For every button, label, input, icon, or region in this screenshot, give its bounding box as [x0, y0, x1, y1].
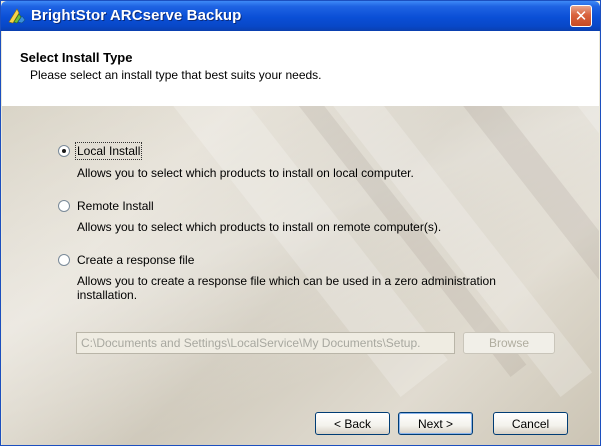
- title-bar[interactable]: BrightStor ARCserve Backup ✕: [1, 1, 600, 31]
- close-icon: ✕: [574, 7, 588, 25]
- local-install-description: Allows you to select which products to i…: [77, 166, 414, 180]
- response-file-path-input[interactable]: C:\Documents and Settings\LocalService\M…: [76, 332, 455, 354]
- brightstor-app-icon: [8, 8, 26, 24]
- remote-install-label[interactable]: Remote Install: [77, 199, 154, 213]
- local-install-radio[interactable]: [58, 145, 70, 157]
- response-file-radio[interactable]: [58, 254, 70, 266]
- remote-install-radio[interactable]: [58, 200, 70, 212]
- back-button[interactable]: < Back: [315, 412, 390, 435]
- wizard-header: Select Install Type Please select an ins…: [2, 31, 599, 106]
- response-file-label[interactable]: Create a response file: [77, 253, 194, 267]
- local-install-label[interactable]: Local Install: [74, 142, 143, 160]
- response-file-description: Allows you to create a response file whi…: [77, 274, 496, 288]
- close-button[interactable]: ✕: [570, 5, 592, 27]
- page-subtitle: Please select an install type that best …: [30, 68, 322, 82]
- cancel-button[interactable]: Cancel: [493, 412, 568, 435]
- installer-window: BrightStor ARCserve Backup ✕ Select Inst…: [0, 0, 601, 446]
- remote-install-description: Allows you to select which products to i…: [77, 220, 442, 234]
- window-title: BrightStor ARCserve Backup: [31, 7, 242, 24]
- browse-button[interactable]: Browse: [463, 332, 555, 354]
- response-file-description-line2: installation.: [77, 288, 138, 302]
- page-title: Select Install Type: [20, 50, 133, 65]
- next-button[interactable]: Next >: [398, 412, 473, 435]
